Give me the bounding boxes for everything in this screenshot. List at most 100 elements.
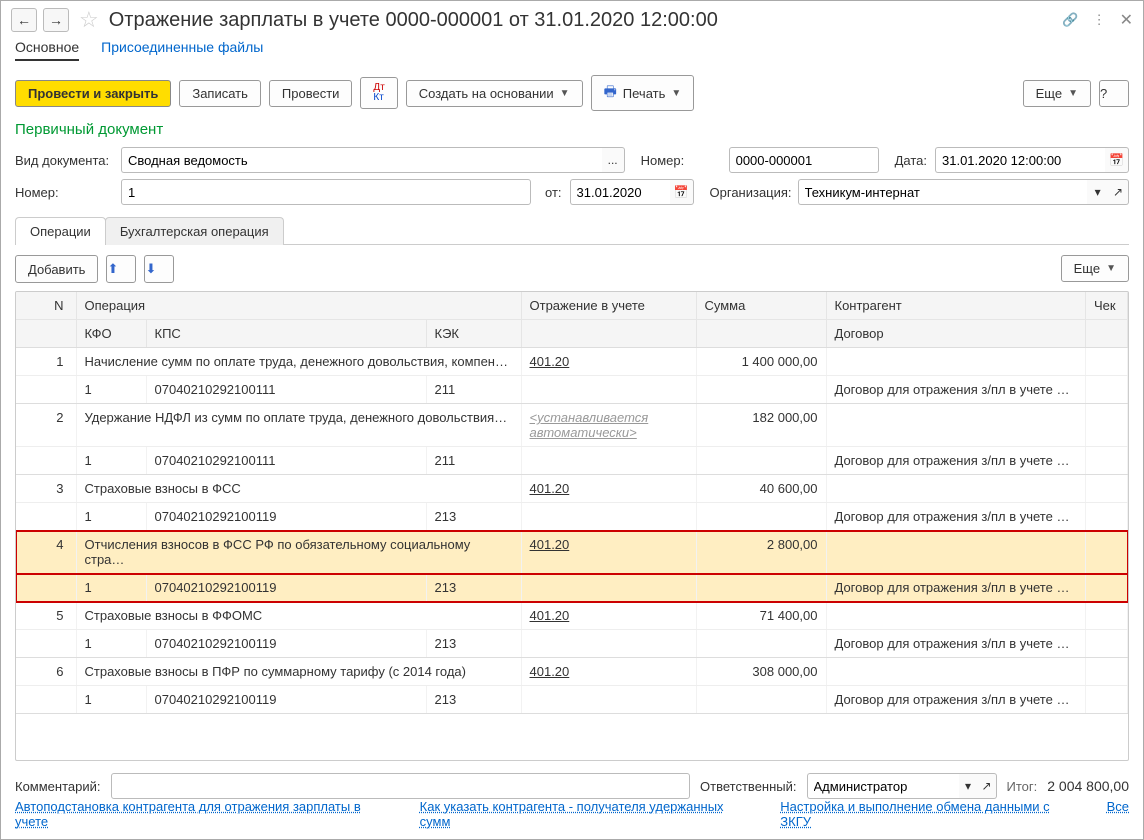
debit-credit-button[interactable]: ДтКт <box>360 77 397 109</box>
reflection-link[interactable]: 401.20 <box>530 354 570 369</box>
move-up-button[interactable]: ⬆ <box>106 255 136 283</box>
reflection-link[interactable]: 401.20 <box>530 608 570 623</box>
org-open-button[interactable]: ↗ <box>1108 179 1129 205</box>
cell-kfo: 1 <box>76 503 146 531</box>
number2-input[interactable] <box>121 179 531 205</box>
reflection-link[interactable]: 401.20 <box>530 664 570 679</box>
from-label: от: <box>545 185 562 200</box>
link-howto-counterparty[interactable]: Как указать контрагента - получателя уде… <box>420 799 757 829</box>
cell-operation: Страховые взносы в ФФОМС <box>76 602 521 630</box>
printer-icon: 🖶 <box>604 81 617 105</box>
cell-reflection: <устанавливается автоматически> <box>521 404 696 447</box>
post-button[interactable]: Провести <box>269 80 353 107</box>
cell-counterparty <box>826 348 1086 376</box>
calendar-icon[interactable]: 📅 <box>670 179 694 205</box>
table-row-sub[interactable]: 107040210292100111211Договор для отражен… <box>16 376 1128 404</box>
link-all[interactable]: Все <box>1107 799 1129 829</box>
chevron-down-icon: ▼ <box>1106 263 1116 274</box>
cell-kps: 07040210292100119 <box>146 686 426 714</box>
cell-counterparty <box>826 602 1086 630</box>
chevron-down-icon: ▼ <box>1068 88 1078 99</box>
cell-check <box>1086 658 1128 686</box>
cell-kek: 213 <box>426 686 521 714</box>
col-kek[interactable]: КЭК <box>426 320 521 348</box>
col-kfo[interactable]: КФО <box>76 320 146 348</box>
cell-operation: Начисление сумм по оплате труда, денежно… <box>76 348 521 376</box>
reflection-link[interactable]: 401.20 <box>530 481 570 496</box>
table-row[interactable]: 6Страховые взносы в ПФР по суммарному та… <box>16 658 1128 686</box>
table-row[interactable]: 3Страховые взносы в ФСС401.2040 600,00 <box>16 475 1128 503</box>
doc-type-label: Вид документа: <box>15 153 113 168</box>
cell-kek: 213 <box>426 574 521 602</box>
cell-contract: Договор для отражения з/пл в учете … <box>826 574 1086 602</box>
col-contract[interactable]: Договор <box>826 320 1086 348</box>
cell-check <box>1086 475 1128 503</box>
cell-operation: Отчисления взносов в ФСС РФ по обязатель… <box>76 531 521 574</box>
cell-kps: 07040210292100119 <box>146 503 426 531</box>
table-row[interactable]: 4Отчисления взносов в ФСС РФ по обязател… <box>16 531 1128 574</box>
tab-operations[interactable]: Операции <box>15 217 106 245</box>
doc-type-picker-button[interactable]: ... <box>602 147 625 173</box>
close-icon[interactable]: ✕ <box>1120 10 1133 30</box>
tab-attached-files[interactable]: Присоединенные файлы <box>101 39 263 61</box>
post-and-close-button[interactable]: Провести и закрыть <box>15 80 171 107</box>
doc-type-input[interactable] <box>121 147 602 173</box>
table-row-sub[interactable]: 107040210292100119213Договор для отражен… <box>16 574 1128 602</box>
number2-label: Номер: <box>15 185 113 200</box>
col-counterparty[interactable]: Контрагент <box>826 292 1086 320</box>
nav-back-button[interactable]: ← <box>11 8 37 32</box>
col-reflection[interactable]: Отражение в учете <box>521 292 696 320</box>
col-check[interactable]: Чек <box>1086 292 1128 320</box>
link-autosubstitution[interactable]: Автоподстановка контрагента для отражени… <box>15 799 396 829</box>
more-icon[interactable]: ⋮ <box>1093 12 1106 28</box>
table-row-sub[interactable]: 107040210292100111211Договор для отражен… <box>16 447 1128 475</box>
cell-kps: 07040210292100119 <box>146 630 426 658</box>
reflection-link[interactable]: 401.20 <box>530 537 570 552</box>
primary-document-heading: Первичный документ <box>1 121 1143 144</box>
org-label: Организация: <box>710 185 790 200</box>
col-operation[interactable]: Операция <box>76 292 521 320</box>
date-input[interactable] <box>935 147 1105 173</box>
save-button[interactable]: Записать <box>179 80 261 107</box>
org-dropdown-button[interactable]: ▾ <box>1087 179 1108 205</box>
cell-kek: 211 <box>426 447 521 475</box>
favorite-star-icon[interactable]: ☆ <box>79 7 99 33</box>
table-row-sub[interactable]: 107040210292100119213Договор для отражен… <box>16 686 1128 714</box>
cell-contract: Договор для отражения з/пл в учете … <box>826 630 1086 658</box>
create-from-button[interactable]: Создать на основании▼ <box>406 80 583 107</box>
cell-sum: 1 400 000,00 <box>696 348 826 376</box>
link-icon[interactable]: 🔗 <box>1062 12 1078 28</box>
number-label: Номер: <box>641 153 721 168</box>
tab-main[interactable]: Основное <box>15 39 79 61</box>
table-more-button[interactable]: Еще▼ <box>1061 255 1129 282</box>
table-row[interactable]: 1Начисление сумм по оплате труда, денежн… <box>16 348 1128 376</box>
cell-check <box>1086 531 1128 574</box>
responsible-label: Ответственный: <box>700 779 796 794</box>
table-row[interactable]: 2Удержание НДФЛ из сумм по оплате труда,… <box>16 404 1128 447</box>
cell-operation: Страховые взносы в ФСС <box>76 475 521 503</box>
move-down-button[interactable]: ⬇ <box>144 255 174 283</box>
from-date-input[interactable] <box>570 179 670 205</box>
table-row-sub[interactable]: 107040210292100119213Договор для отражен… <box>16 503 1128 531</box>
cell-kfo: 1 <box>76 376 146 404</box>
cell-check <box>1086 404 1128 447</box>
col-sum[interactable]: Сумма <box>696 292 826 320</box>
table-row-sub[interactable]: 107040210292100119213Договор для отражен… <box>16 630 1128 658</box>
cell-n: 3 <box>16 475 76 503</box>
col-n[interactable]: N <box>16 292 76 320</box>
number-input[interactable] <box>729 147 879 173</box>
cell-kek: 213 <box>426 503 521 531</box>
calendar-icon[interactable]: 📅 <box>1105 147 1129 173</box>
org-input[interactable] <box>798 179 1088 205</box>
operations-table[interactable]: N Операция Отражение в учете Сумма Контр… <box>16 292 1128 714</box>
col-kps[interactable]: КПС <box>146 320 426 348</box>
more-button[interactable]: Еще▼ <box>1023 80 1091 107</box>
print-button[interactable]: 🖶Печать▼ <box>591 75 695 111</box>
help-button[interactable]: ? <box>1099 80 1129 107</box>
nav-forward-button[interactable]: → <box>43 8 69 32</box>
link-exchange-setup[interactable]: Настройка и выполнение обмена данными с … <box>780 799 1082 829</box>
tab-accounting-operation[interactable]: Бухгалтерская операция <box>105 217 284 245</box>
cell-kps: 07040210292100111 <box>146 447 426 475</box>
table-row[interactable]: 5Страховые взносы в ФФОМС401.2071 400,00 <box>16 602 1128 630</box>
add-row-button[interactable]: Добавить <box>15 255 98 283</box>
